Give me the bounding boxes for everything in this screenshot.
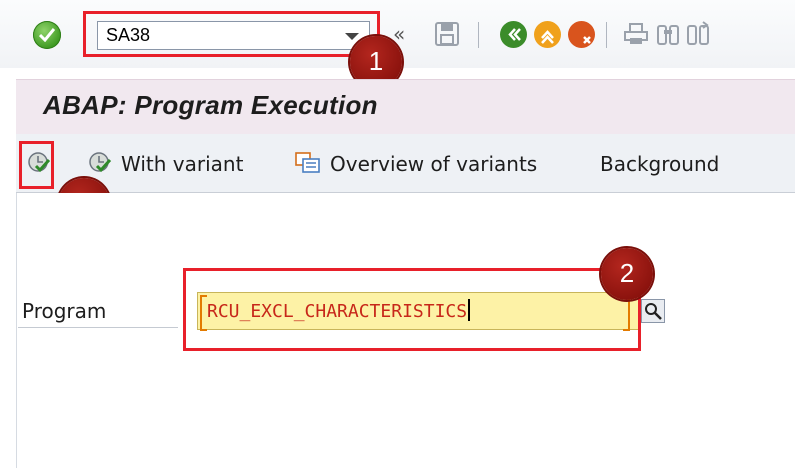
- save-icon[interactable]: [433, 20, 461, 48]
- highlight-command-field: [83, 11, 380, 57]
- program-label-underline: [18, 327, 178, 328]
- title-bar: ABAP: Program Execution: [16, 79, 795, 135]
- find-next-icon[interactable]: [684, 20, 712, 48]
- variants-overview-icon[interactable]: [294, 151, 324, 177]
- back-icon: [508, 28, 521, 41]
- print-icon[interactable]: [622, 20, 650, 48]
- cancel-button[interactable]: [568, 21, 595, 48]
- program-label: Program: [22, 299, 107, 323]
- highlight-execute-button: [19, 141, 54, 189]
- page-title: ABAP: Program Execution: [43, 90, 378, 120]
- toolbar-separator: [478, 22, 479, 48]
- overview-of-variants-button[interactable]: Overview of variants: [330, 152, 537, 176]
- search-icon: [645, 303, 662, 320]
- background-button[interactable]: Background: [600, 152, 719, 176]
- find-icon[interactable]: [654, 20, 682, 48]
- cancel-icon: [583, 36, 591, 44]
- with-variant-button[interactable]: With variant: [121, 152, 243, 176]
- enter-button[interactable]: [33, 21, 61, 49]
- back-button[interactable]: [500, 21, 527, 48]
- execute-with-variant-icon[interactable]: [88, 151, 112, 175]
- exit-icon: [541, 30, 554, 44]
- check-icon: [39, 28, 55, 42]
- exit-button[interactable]: [534, 21, 561, 48]
- toolbar-separator: [606, 22, 607, 48]
- step-badge-2: 2: [601, 248, 653, 300]
- highlight-program-field: [183, 268, 641, 351]
- value-help-button[interactable]: [641, 299, 665, 323]
- collapse-command-icon[interactable]: «: [393, 22, 405, 46]
